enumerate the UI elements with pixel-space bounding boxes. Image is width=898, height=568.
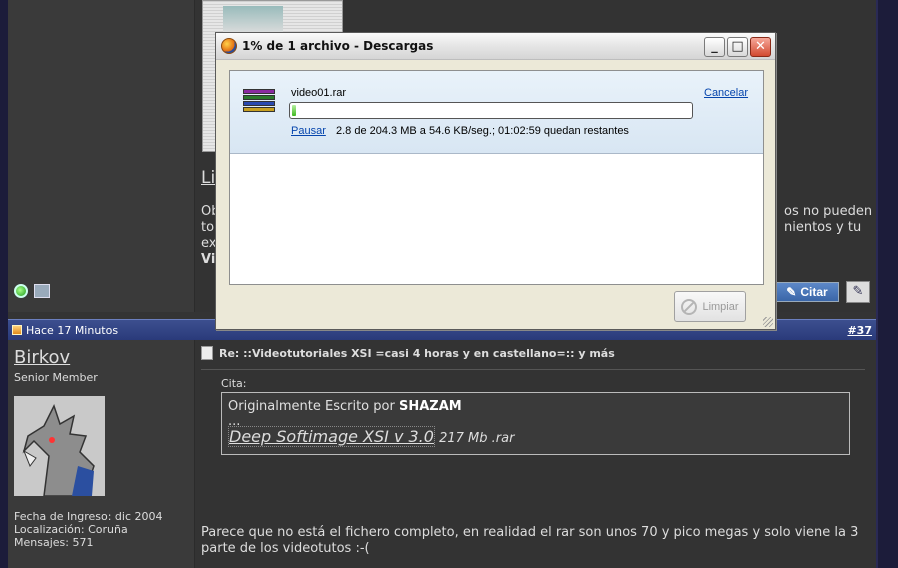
quote-prefix: Originalmente Escrito por — [228, 399, 395, 414]
previous-post-user-column — [8, 0, 195, 312]
download-status: 2.8 de 204.3 MB a 54.6 KB/seg.; 01:02:59… — [336, 125, 629, 137]
download-progress-bar — [289, 102, 693, 119]
downloads-window: 1% de 1 archivo - Descargas _ □ ✕ video0… — [215, 32, 776, 330]
post-number-link[interactable]: #37 — [847, 324, 872, 337]
quote-download-link[interactable]: Deep Softimage XSI v 3.0 — [228, 426, 435, 447]
clear-list-button[interactable]: Limpiar — [674, 291, 746, 322]
post-content: Re: ::Videotutoriales XSI =casi 4 horas … — [195, 340, 876, 568]
quote-box: Originalmente Escrito por SHAZAM ... Dee… — [221, 392, 850, 455]
post-text-fragment: to — [201, 220, 215, 235]
page-left-border — [0, 0, 8, 568]
quote-file-size: 217 Mb .rar — [439, 431, 515, 446]
download-progress-fill — [292, 105, 296, 116]
post-title-text: Re: ::Videotutoriales XSI =casi 4 horas … — [219, 346, 615, 360]
user-title: Senior Member — [14, 371, 98, 384]
downloads-list: video01.rar Cancelar Pausar 2.8 de 204.3… — [229, 70, 764, 285]
post-text-fragment: os no pueden — [784, 204, 873, 219]
post-user-column: Birkov Senior Member Fecha de Ingreso: d… — [8, 340, 195, 568]
clear-icon — [681, 298, 698, 315]
document-icon — [201, 346, 213, 360]
minimize-button[interactable]: _ — [704, 37, 725, 57]
user-location: Localización: Coruña — [14, 523, 128, 536]
divider — [201, 369, 865, 370]
post-link-fragment[interactable]: Li — [201, 168, 215, 188]
quote-attribution: Originalmente Escrito por SHAZAM — [228, 399, 843, 414]
quote-icon: ✎ — [786, 285, 797, 299]
post-text-fragment: nientos y tu — [784, 220, 862, 235]
window-title: 1% de 1 archivo - Descargas — [242, 39, 434, 53]
close-button[interactable]: ✕ — [750, 37, 771, 57]
download-item[interactable]: video01.rar Cancelar Pausar 2.8 de 204.3… — [230, 71, 763, 154]
join-date: Fecha de Ingreso: dic 2004 — [14, 510, 163, 523]
firefox-icon — [221, 38, 237, 54]
post-37: Birkov Senior Member Fecha de Ingreso: d… — [8, 340, 876, 568]
quote-author: SHAZAM — [398, 399, 462, 414]
maximize-button[interactable]: □ — [727, 37, 748, 57]
user-info: Fecha de Ingreso: dic 2004 Localización:… — [14, 510, 162, 549]
window-titlebar[interactable]: 1% de 1 archivo - Descargas _ □ ✕ — [216, 33, 775, 60]
download-filename: video01.rar — [291, 87, 347, 99]
quote-label: Cita: — [221, 377, 247, 390]
user-status-icons — [14, 284, 50, 298]
post-text-fragment: Vi — [201, 252, 216, 267]
clear-button-label: Limpiar — [702, 300, 739, 313]
online-status-icon — [14, 284, 28, 298]
computer-icon — [34, 284, 50, 298]
message-count: Mensajes: 571 — [14, 536, 94, 549]
rar-archive-icon — [243, 89, 275, 115]
cancel-download-link[interactable]: Cancelar — [704, 87, 748, 99]
pause-download-link[interactable]: Pausar — [291, 125, 326, 137]
page-right-border — [876, 0, 898, 568]
edit-post-button[interactable]: ✎ — [846, 281, 870, 303]
post-status-icon — [12, 325, 22, 335]
edit-icon: ✎ — [852, 284, 864, 299]
quote-button[interactable]: ✎ Citar — [775, 282, 839, 302]
quote-button-label: Citar — [800, 285, 828, 299]
avatar — [14, 396, 105, 496]
username-link[interactable]: Birkov — [14, 347, 70, 368]
post-body-text: Parece que no está el fichero completo, … — [201, 525, 859, 556]
resize-grip[interactable] — [763, 317, 773, 327]
post-title: Re: ::Videotutoriales XSI =casi 4 horas … — [201, 346, 615, 360]
post-time: Hace 17 Minutos — [26, 323, 119, 337]
